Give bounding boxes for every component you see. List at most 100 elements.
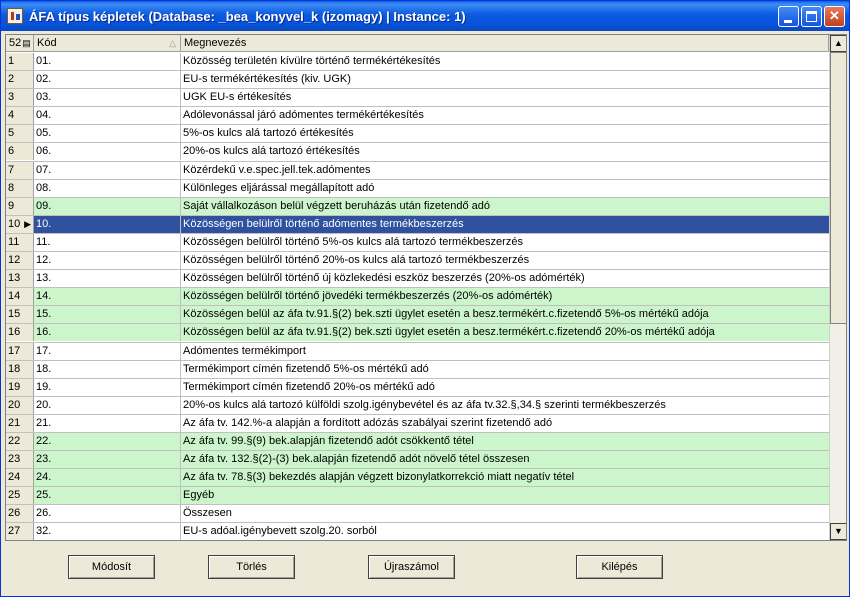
cell-name[interactable]: Különleges eljárással megállapított adó: [181, 180, 829, 197]
scroll-up-button[interactable]: ▲: [830, 35, 846, 52]
app-icon[interactable]: [7, 8, 23, 24]
cell-name[interactable]: Egyéb: [181, 487, 829, 505]
row-number[interactable]: 1: [6, 53, 34, 70]
cell-code[interactable]: 04.: [34, 107, 181, 125]
maximize-button[interactable]: [801, 6, 822, 27]
cell-code[interactable]: 13.: [34, 270, 181, 288]
row-number[interactable]: 18: [6, 360, 34, 378]
cell-code[interactable]: 12.: [34, 252, 181, 270]
row-number[interactable]: 14: [6, 288, 34, 306]
table-row[interactable]: 23 23. Az áfa tv. 132.§(2)-(3) bek.alapján…: [6, 451, 829, 470]
cell-code[interactable]: 25.: [34, 487, 181, 505]
table-row[interactable]: 8 08. Különleges eljárással megállapított …: [6, 179, 829, 198]
cell-name[interactable]: Termékimport címén fizetendő 5%-os mérté…: [181, 361, 829, 378]
table-row[interactable]: 25 25. Egyéb: [6, 487, 829, 506]
table-row[interactable]: 3 03. UGK EU-s értékesítés: [6, 89, 829, 108]
cell-code[interactable]: 09.: [34, 197, 181, 215]
row-number[interactable]: 4: [6, 107, 34, 125]
cell-code[interactable]: 19.: [34, 378, 181, 396]
table-row[interactable]: 26 26. Összesen: [6, 505, 829, 524]
row-number[interactable]: 27: [6, 523, 34, 540]
row-number[interactable]: 11: [6, 233, 34, 251]
table-row[interactable]: 14 14. Közösségen belülről történő jövedék…: [6, 288, 829, 307]
cell-name[interactable]: Közösségen belülről történő 5%-os kulcs …: [181, 234, 829, 251]
cell-code[interactable]: 03.: [34, 89, 181, 107]
row-number[interactable]: 2: [6, 71, 34, 89]
scroll-down-button[interactable]: ▼: [830, 523, 846, 540]
cell-name[interactable]: 20%-os kulcs alá tartozó értékesítés: [181, 143, 829, 160]
cell-name[interactable]: UGK EU-s értékesítés: [181, 89, 829, 106]
table-row[interactable]: 13 13. Közösségen belülről történő új közl…: [6, 270, 829, 289]
cell-code[interactable]: 11.: [34, 233, 181, 251]
table-row[interactable]: 15 15. Közösségen belül az áfa tv.91.§(2) …: [6, 306, 829, 325]
cell-name[interactable]: 20%-os kulcs alá tartozó külföldi szolg.…: [181, 397, 829, 414]
row-number[interactable]: 13: [6, 270, 34, 288]
row-number[interactable]: 20: [6, 396, 34, 414]
cell-name[interactable]: Közösségen belülről történő új közlekedé…: [181, 270, 829, 287]
cell-name[interactable]: 5%-os kulcs alá tartozó értékesítés: [181, 125, 829, 142]
cell-name[interactable]: Az áfa tv. 78.§(3) bekezdés alapján végz…: [181, 469, 829, 487]
modify-button[interactable]: Módosít: [68, 555, 155, 579]
row-number[interactable]: 25: [6, 487, 34, 505]
table-row[interactable]: 21 21. Az áfa tv. 142.%-a alapján a fordít…: [6, 414, 829, 433]
table-row[interactable]: 12 12. Közösségen belülről történő 20%-os …: [6, 252, 829, 271]
cell-name[interactable]: Termékimport címén fizetendő 20%-os mért…: [181, 379, 829, 396]
column-header-code[interactable]: Kód △: [34, 35, 181, 52]
row-number[interactable]: 10 ▶: [6, 215, 34, 233]
minimize-button[interactable]: [778, 6, 799, 27]
table-row[interactable]: 9 09. Saját vállalkozáson belül végzett be…: [6, 197, 829, 216]
cell-code[interactable]: 21.: [34, 414, 181, 432]
recalculate-button[interactable]: Újraszámol: [368, 555, 455, 579]
cell-name[interactable]: Adólevonással járó adómentes termékérték…: [181, 107, 829, 124]
row-number[interactable]: 23: [6, 451, 34, 469]
row-number[interactable]: 19: [6, 378, 34, 396]
table-row[interactable]: 5 05. 5%-os kulcs alá tartozó értékesítés: [6, 125, 829, 144]
row-number[interactable]: 5: [6, 125, 34, 143]
exit-button[interactable]: Kilépés: [576, 555, 663, 579]
cell-code[interactable]: 05.: [34, 125, 181, 143]
cell-code[interactable]: 15.: [34, 306, 181, 324]
cell-code[interactable]: 10.: [34, 215, 181, 233]
table-row[interactable]: 6 06. 20%-os kulcs alá tartozó értékesítés: [6, 143, 829, 162]
title-bar[interactable]: ÁFA típus képletek (Database: _bea_konyv…: [1, 1, 849, 31]
cell-name[interactable]: Közösségen belül az áfa tv.91.§(2) bek.s…: [181, 306, 829, 324]
cell-name[interactable]: Az áfa tv. 132.§(2)-(3) bek.alapján fize…: [181, 451, 829, 469]
table-row[interactable]: 4 04. Adólevonással járó adómentes terméké…: [6, 107, 829, 126]
table-row[interactable]: 11 11. Közösségen belülről történő 5%-os k…: [6, 233, 829, 253]
cell-code[interactable]: 20.: [34, 396, 181, 414]
cell-code[interactable]: 07.: [34, 161, 181, 179]
column-header-name[interactable]: Megnevezés: [181, 35, 829, 52]
cell-code[interactable]: 16.: [34, 324, 181, 342]
cell-code[interactable]: 14.: [34, 288, 181, 306]
cell-name[interactable]: Összesen: [181, 505, 829, 522]
cell-code[interactable]: 24.: [34, 469, 181, 487]
cell-name[interactable]: Közösségen belülről történő 20%-os kulcs…: [181, 252, 829, 269]
cell-name[interactable]: EU-s adóal.igénybevett szolg.20. sorból: [181, 523, 829, 540]
row-number[interactable]: 15: [6, 306, 34, 324]
cell-code[interactable]: 06.: [34, 143, 181, 161]
cell-name[interactable]: Közérdekű v.e.spec.jell.tek.adómentes: [181, 162, 829, 179]
vertical-scrollbar[interactable]: ▲ ▼: [829, 35, 846, 540]
table-row[interactable]: 7 07. Közérdekű v.e.spec.jell.tek.adómente…: [6, 161, 829, 180]
cell-code[interactable]: 02.: [34, 71, 181, 89]
row-number[interactable]: 17: [6, 342, 34, 360]
table-row[interactable]: 20 20. 20%-os kulcs alá tartozó külföldi s…: [6, 396, 829, 415]
cell-code[interactable]: 01.: [34, 53, 181, 70]
row-number[interactable]: 21: [6, 414, 34, 432]
cell-code[interactable]: 08.: [34, 179, 181, 197]
delete-button[interactable]: Törlés: [208, 555, 295, 579]
cell-name[interactable]: Közösségen belülről történő adómentes te…: [181, 215, 829, 233]
table-row[interactable]: 27 32. EU-s adóal.igénybevett szolg.20. so…: [6, 523, 829, 540]
row-number[interactable]: 8: [6, 179, 34, 197]
table-row[interactable]: 24 24. Az áfa tv. 78.§(3) bekezdés alapján…: [6, 469, 829, 488]
cell-code[interactable]: 17.: [34, 342, 181, 360]
data-grid[interactable]: 52▤ Kód △ Megnevezés 1 01. Közösség terület…: [5, 34, 847, 541]
row-number[interactable]: 26: [6, 505, 34, 523]
row-number[interactable]: 6: [6, 143, 34, 161]
row-number[interactable]: 24: [6, 469, 34, 487]
close-button[interactable]: ✕: [824, 6, 845, 27]
row-number[interactable]: 9: [6, 197, 34, 215]
table-row[interactable]: 1 01. Közösség területén kívülre történő t…: [6, 53, 829, 72]
table-row[interactable]: 10 ▶ 10. Közösségen belülről történő adómen…: [6, 215, 829, 234]
cell-name[interactable]: Adómentes termékimport: [181, 343, 829, 360]
